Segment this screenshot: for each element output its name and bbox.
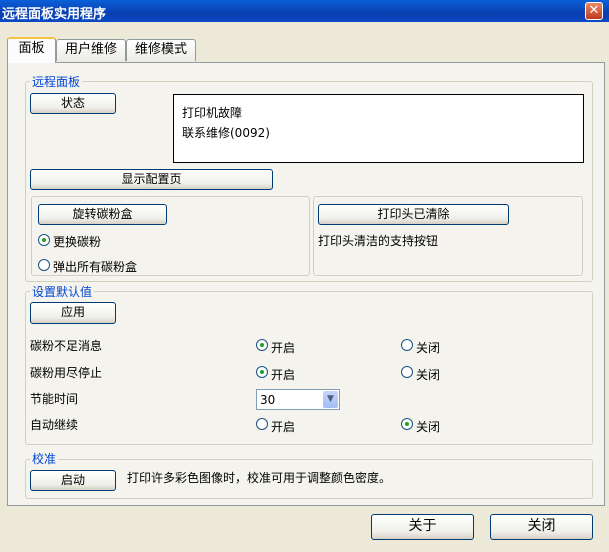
toner-low-on-radio[interactable] [256,339,268,351]
title-bar: 远程面板实用程序 ✕ [0,0,609,22]
chevron-down-icon[interactable]: ▼ [323,391,338,408]
calibration-start-button[interactable]: 启动 [30,470,116,491]
status-line-1: 打印机故障 [182,106,243,120]
toner-low-off-label: 关闭 [416,341,441,355]
toner-out-stop-label: 碳粉用尽停止 [30,366,103,380]
status-display: 打印机故障 联系维修(0092) [173,94,584,163]
close-button[interactable]: 关闭 [490,514,593,540]
close-window-button[interactable]: ✕ [585,2,603,20]
apply-button[interactable]: 应用 [30,302,116,324]
power-save-time-select[interactable]: 30 ▼ [256,389,340,410]
toner-low-off-radio[interactable] [401,339,413,351]
calibration-description: 打印许多彩色图像时，校准可用于调整颜色密度。 [127,471,392,485]
radio-eject-all-toner-label: 弹出所有碳粉盒 [53,260,138,274]
tab-user-maintenance[interactable]: 用户维修 [56,39,126,61]
rotate-toner-button[interactable]: 旋转碳粉盒 [38,204,167,225]
window-title: 远程面板实用程序 [2,7,107,22]
toner-out-on-radio[interactable] [256,366,268,378]
auto-continue-on-label: 开启 [271,420,296,434]
tab-panel-label: 面板 [18,41,45,56]
status-line-2: 联系维修(0092) [182,126,270,140]
tab-user-maintenance-label: 用户维修 [64,42,117,57]
tab-service-mode-label: 维修模式 [134,42,187,57]
auto-continue-off-label: 关闭 [416,420,441,434]
toner-low-on-label: 开启 [271,341,296,355]
power-save-time-value: 30 [260,393,276,407]
radio-replace-toner[interactable] [38,234,50,246]
remote-panel-legend: 远程面板 [30,75,83,89]
power-save-time-label: 节能时间 [30,392,79,406]
close-icon: ✕ [588,3,600,18]
radio-replace-toner-label: 更换碳粉 [53,235,102,249]
auto-continue-off-radio[interactable] [401,418,413,430]
toner-out-off-label: 关闭 [416,368,441,382]
toner-out-off-radio[interactable] [401,366,413,378]
status-button[interactable]: 状态 [30,93,116,114]
auto-continue-label: 自动继续 [30,418,79,432]
toner-low-message-label: 碳粉不足消息 [30,339,103,353]
defaults-legend: 设置默认值 [30,285,95,299]
tab-service-mode[interactable]: 维修模式 [126,39,196,61]
tab-panel[interactable]: 面板 [7,37,56,63]
show-config-page-button[interactable]: 显示配置页 [30,169,273,190]
auto-continue-on-radio[interactable] [256,418,268,430]
calibration-legend: 校准 [30,452,59,466]
toner-out-on-label: 开启 [271,368,296,382]
about-button[interactable]: 关于 [371,514,474,540]
printhead-cleared-button[interactable]: 打印头已清除 [318,204,509,225]
radio-eject-all-toner[interactable] [38,259,50,271]
printhead-description: 打印头清洁的支持按钮 [318,234,439,248]
